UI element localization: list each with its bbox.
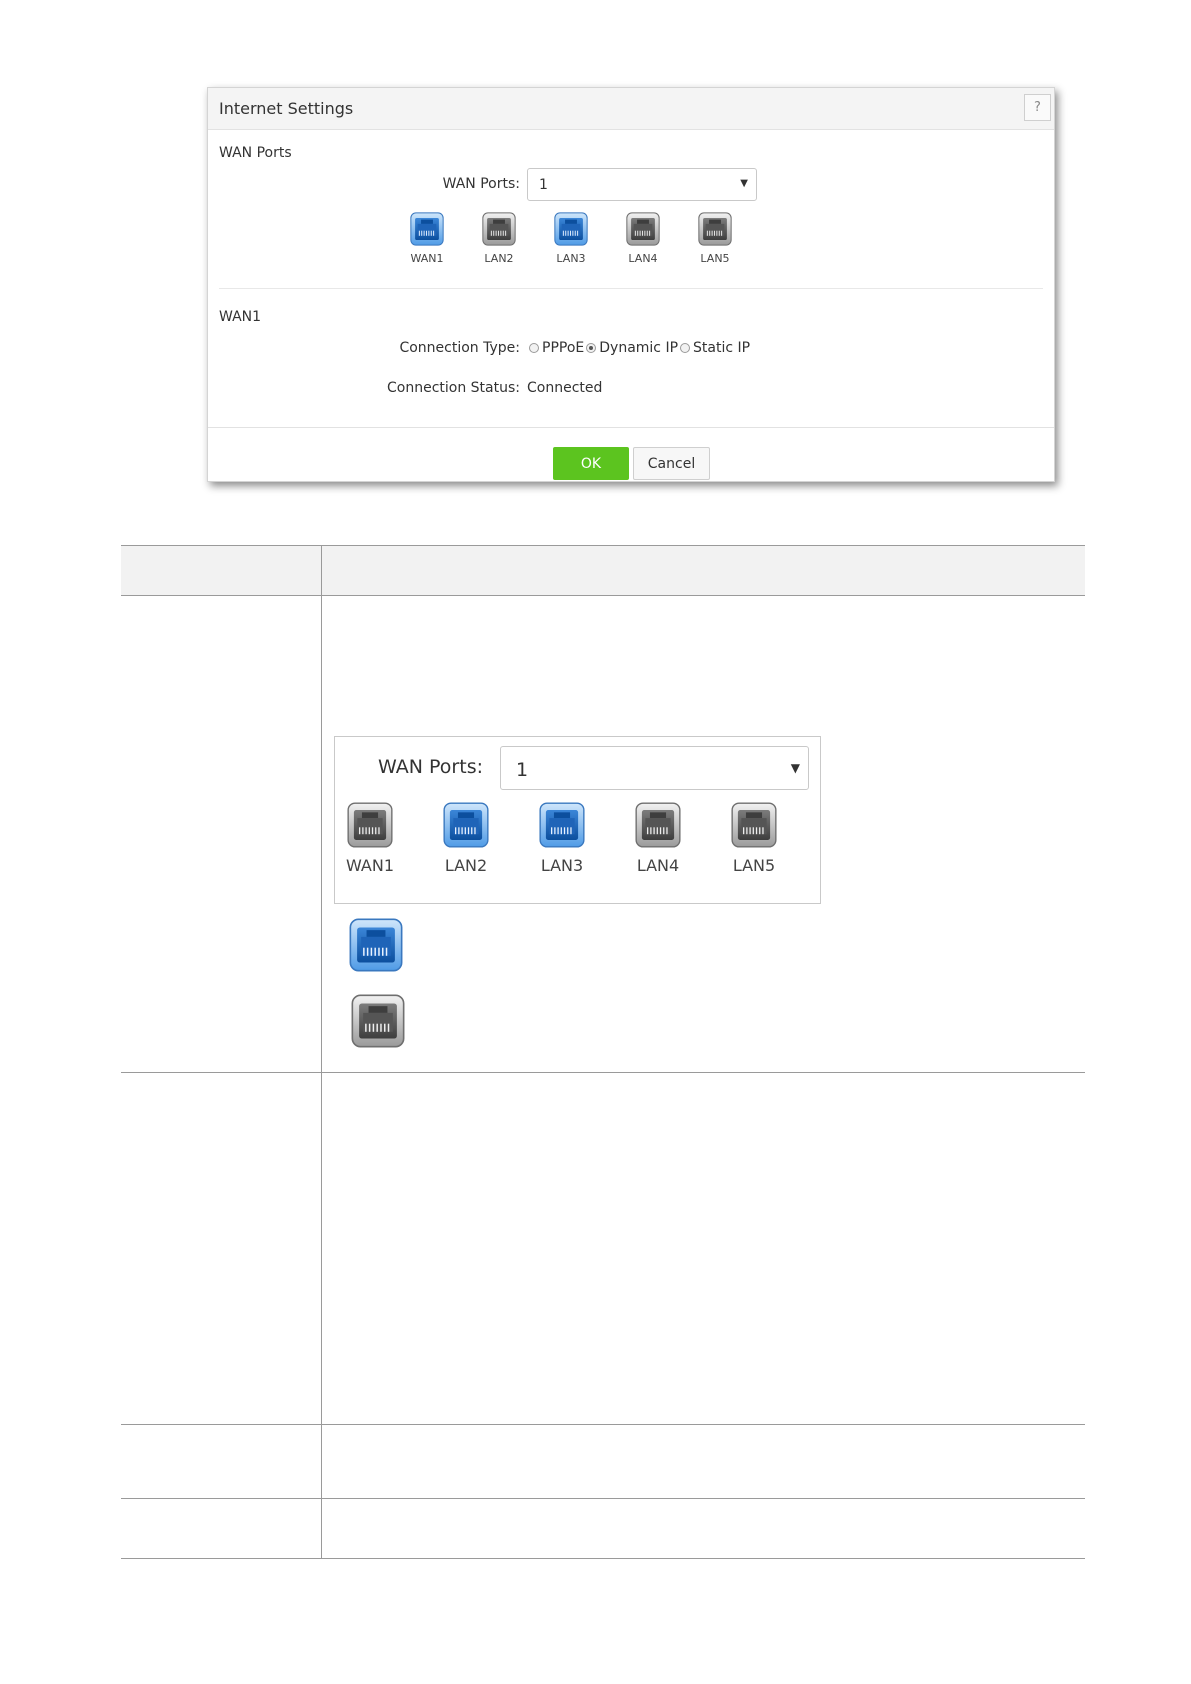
wan-ports-select[interactable]: 1 ▼ (527, 168, 757, 201)
ethernet-port-gray-icon (472, 212, 526, 246)
table-header-row (121, 545, 1085, 595)
table-top-border (121, 545, 1085, 546)
cancel-button[interactable]: Cancel (633, 447, 710, 480)
port-lan3: LAN3 (544, 212, 598, 265)
ok-button[interactable]: OK (553, 447, 629, 480)
inset-wan-ports-label: WAN Ports: (378, 756, 483, 778)
port-label: LAN5 (700, 252, 730, 265)
table-row-border (121, 1498, 1085, 1499)
wan-ports-inset: WAN Ports: 1 ▼ WAN1 LAN2 LAN3 LAN4 LAN5 (334, 736, 821, 904)
footer-divider (208, 427, 1054, 428)
connection-status-value: Connected (527, 380, 603, 396)
radio-pppoe[interactable] (529, 343, 539, 353)
help-icon: ? (1034, 100, 1041, 115)
ethernet-port-blue-icon (431, 802, 501, 848)
table-row-border (121, 1072, 1085, 1073)
port-label: LAN5 (732, 856, 776, 875)
chevron-down-icon: ▼ (740, 178, 748, 189)
ethernet-port-blue-icon (527, 802, 597, 848)
port-label: WAN1 (410, 252, 444, 265)
port-label: LAN2 (444, 856, 488, 875)
chevron-down-icon: ▼ (790, 761, 800, 775)
ethernet-port-gray-icon (623, 802, 693, 848)
connection-status-label: Connection Status: (387, 380, 520, 396)
port-lan2: LAN2 (431, 802, 501, 875)
port-lan2: LAN2 (472, 212, 526, 265)
legend-disconnected-port-icon (351, 994, 405, 1052)
inset-wan-ports-select-value: 1 (516, 759, 529, 781)
connection-type-group: PPPoE Dynamic IP Static IP (527, 340, 750, 356)
ethernet-port-gray-icon (719, 802, 789, 848)
wan1-section-title: WAN1 (219, 309, 262, 325)
port-lan4: LAN4 (623, 802, 693, 875)
table-bottom-border (121, 1558, 1085, 1559)
radio-static-ip-label: Static IP (693, 340, 751, 356)
port-label: WAN1 (345, 856, 395, 875)
table-column-divider (321, 545, 322, 1559)
wan-ports-select-value: 1 (539, 177, 548, 193)
help-button[interactable]: ? (1024, 94, 1051, 121)
ethernet-port-gray-icon (335, 802, 405, 848)
port-label: LAN4 (628, 252, 658, 265)
radio-static-ip[interactable] (680, 343, 691, 353)
inset-wan-ports-select[interactable]: 1 ▼ (500, 746, 809, 790)
radio-dynamic-ip-label: Dynamic IP (599, 340, 679, 356)
table-header-border (121, 595, 1085, 596)
port-lan3: LAN3 (527, 802, 597, 875)
wan-ports-section-title: WAN Ports (219, 145, 292, 161)
port-label: LAN4 (636, 856, 680, 875)
wan-ports-label: WAN Ports: (442, 176, 520, 192)
port-lan5: LAN5 (719, 802, 789, 875)
port-lan4: LAN4 (616, 212, 670, 265)
connection-type-label: Connection Type: (399, 340, 520, 356)
ethernet-port-gray-icon (616, 212, 670, 246)
ethernet-port-blue-icon (544, 212, 598, 246)
port-label: LAN3 (540, 856, 584, 875)
port-lan5: LAN5 (688, 212, 742, 265)
radio-pppoe-label: PPPoE (542, 340, 585, 356)
internet-settings-dialog: Internet Settings ? WAN Ports WAN Ports:… (207, 87, 1055, 482)
legend-connected-port-icon (349, 918, 403, 976)
port-wan1: WAN1 (400, 212, 454, 265)
dialog-header: Internet Settings ? (208, 88, 1054, 130)
port-label: LAN2 (484, 252, 514, 265)
port-label: LAN3 (556, 252, 586, 265)
port-wan1: WAN1 (335, 802, 405, 875)
ethernet-port-gray-icon (688, 212, 742, 246)
table-row-border (121, 1424, 1085, 1425)
radio-dynamic-ip[interactable] (586, 343, 597, 353)
section-divider (219, 288, 1043, 289)
ethernet-port-blue-icon (400, 212, 454, 246)
dialog-title: Internet Settings (219, 99, 354, 118)
